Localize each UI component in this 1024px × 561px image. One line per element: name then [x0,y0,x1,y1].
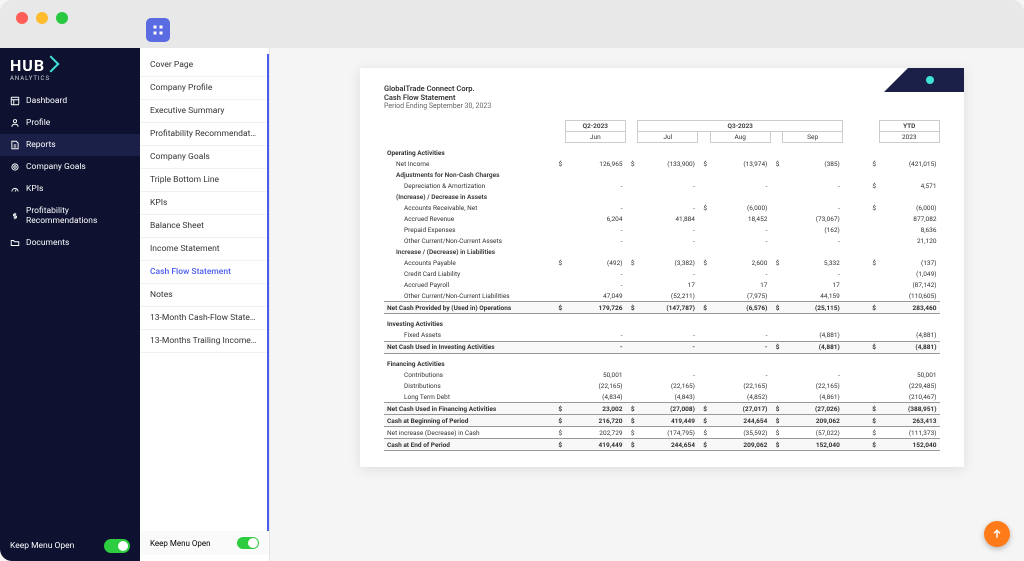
submenu-company-profile[interactable]: Company Profile [140,77,267,100]
month-aug: Aug [710,132,770,143]
doc-period: Period Ending September 30, 2023 [384,102,940,110]
row-ap: Accounts Payable$(492)$(3,382)$2,600$5,3… [384,257,940,268]
quarter-header-row: Q2-2023 Q3-2023 YTD [384,121,940,132]
target-icon [10,162,20,172]
keep-menu-open-toggle[interactable] [104,539,130,553]
ytd-header: YTD [879,121,939,132]
submenu-kpis[interactable]: KPIs [140,192,267,215]
nav-label: Profile [26,118,50,128]
row-other-liab: Other Current/Non-Current Liabilities47,… [384,290,940,302]
doc-company: GlobalTrade Connect Corp. [384,84,940,93]
sidebar-footer: Keep Menu Open [0,531,140,561]
nav-documents[interactable]: Documents [0,232,140,254]
main-sidebar: HUB ANALYTICS Dashboard Profile Reports [0,48,140,561]
submenu-notes[interactable]: Notes [140,284,267,307]
financing-title: Financing Activities [384,353,553,369]
inc-dec-assets-title: (Increase) / Decrease in Assets [384,191,553,202]
nav-dashboard[interactable]: Dashboard [0,90,140,112]
logo: HUB ANALYTICS [0,48,140,90]
row-lt-debt: Long Term Debt(4,834)(4,843)(4,852)(4,86… [384,391,940,403]
submenu-footer: Keep Menu Open [140,531,269,555]
grid-icon [152,24,164,36]
logo-sub: ANALYTICS [10,75,130,82]
q3-header: Q3-2023 [638,121,843,132]
doc-corner-accent [884,68,964,92]
row-other-assets: Other Current/Non-Current Assets----21,1… [384,235,940,246]
nav-kpis[interactable]: KPIs [0,178,140,200]
keep-submenu-open-toggle[interactable] [237,537,259,549]
document-viewport[interactable]: GlobalTrade Connect Corp. Cash Flow Stat… [270,48,1024,561]
logo-main: HUB [10,56,45,75]
month-jun: Jun [565,132,625,143]
month-ytd: 2023 [879,132,939,143]
inc-dec-liab-title: Increase / (Decrease) in Liabilities [384,246,553,257]
nav-company-goals[interactable]: Company Goals [0,156,140,178]
submenu-triple-bottom[interactable]: Triple Bottom Line [140,169,267,192]
profile-icon [10,118,20,128]
gauge-icon [10,184,20,194]
nav-reports[interactable]: Reports [0,134,140,156]
cash-flow-table: Q2-2023 Q3-2023 YTD Jun Jul Aug Sep [384,120,940,451]
row-dep-amort: Depreciation & Amortization----$4,571 [384,180,940,191]
maximize-window[interactable] [56,12,68,24]
nav-label: Company Goals [26,162,86,172]
nav-label: Profitability Recommendations [26,206,130,226]
nav-label: Reports [26,140,56,150]
reports-menu-toggle[interactable] [146,18,170,42]
submenu-company-goals[interactable]: Company Goals [140,146,267,169]
row-net-cash-ops: Net Cash Provided by (Used in) Operation… [384,302,940,314]
row-net-inc-dec: Net increase (Decrease) in Cash$202,729$… [384,427,940,439]
month-jul: Jul [638,132,698,143]
row-prepaid: Prepaid Expenses---(162)8,636 [384,224,940,235]
row-net-cash-inv: Net Cash Used in Investing Activities---… [384,341,940,353]
scroll-top-fab[interactable] [984,521,1010,547]
row-accrued-rev: Accrued Revenue6,20441,88418,452(73,067)… [384,213,940,224]
submenu-income-statement[interactable]: Income Statement [140,238,267,261]
submenu-13m-cashflow[interactable]: 13-Month Cash-Flow Statement [140,307,267,330]
nav-label: KPIs [26,184,43,194]
nav-profile[interactable]: Profile [0,112,140,134]
content-area: Download GlobalTrade Connect Corp. Cash … [270,48,1024,561]
month-sep: Sep [782,132,842,143]
row-net-income: Net Income$126,965$(133,900)$(13,974)$(3… [384,158,940,169]
submenu-balance-sheet[interactable]: Balance Sheet [140,215,267,238]
doc-header: GlobalTrade Connect Corp. Cash Flow Stat… [384,84,940,110]
submenu-executive-summary[interactable]: Executive Summary [140,100,267,123]
folder-icon [10,238,20,248]
month-header-row: Jun Jul Aug Sep 2023 [384,132,940,143]
keep-menu-open-label-sub: Keep Menu Open [150,539,211,548]
minimize-window[interactable] [36,12,48,24]
row-cash-eop: Cash at End of Period$419,449$244,654$20… [384,439,940,451]
dashboard-icon [10,96,20,106]
row-accrued-payroll: Accrued Payroll-171717(87,142) [384,279,940,290]
dollar-icon [10,211,20,221]
row-distributions: Distributions(22,165)(22,165)(22,165)(22… [384,380,940,391]
row-ar: Accounts Receivable, Net--$(6,000)-$(6,0… [384,202,940,213]
operating-title: Operating Activities [384,143,553,159]
row-cash-bop: Cash at Beginning of Period$216,720$419,… [384,415,940,427]
keep-menu-open-label: Keep Menu Open [10,541,74,551]
row-fixed-assets: Fixed Assets---(4,881)(4,881) [384,330,940,342]
q2-header: Q2-2023 [565,121,625,132]
adj-noncash-title: Adjustments for Non-Cash Charges [384,169,553,180]
doc-accent-dot [926,76,934,84]
close-window[interactable] [16,12,28,24]
reports-submenu-panel: Cover Page Company Profile Executive Sum… [140,48,270,561]
submenu-cash-flow[interactable]: Cash Flow Statement [140,261,267,284]
cash-flow-document: GlobalTrade Connect Corp. Cash Flow Stat… [360,68,964,467]
submenu-13m-income[interactable]: 13-Months Trailing Income Statement [140,330,267,353]
investing-title: Investing Activities [384,314,553,330]
row-cc-liab: Credit Card Liability----(1,049) [384,268,940,279]
row-net-cash-fin: Net Cash Used in Financing Activities$23… [384,403,940,415]
submenu-cover-page[interactable]: Cover Page [140,54,267,77]
submenu-profitability[interactable]: Profitability Recommendations [140,123,267,146]
arrow-up-icon [991,528,1003,540]
reports-icon [10,140,20,150]
row-contributions: Contributions50,001---50,001 [384,369,940,380]
nav-profitability[interactable]: Profitability Recommendations [0,200,140,232]
nav-label: Documents [26,238,69,248]
doc-title: Cash Flow Statement [384,93,940,102]
nav-label: Dashboard [26,96,67,106]
